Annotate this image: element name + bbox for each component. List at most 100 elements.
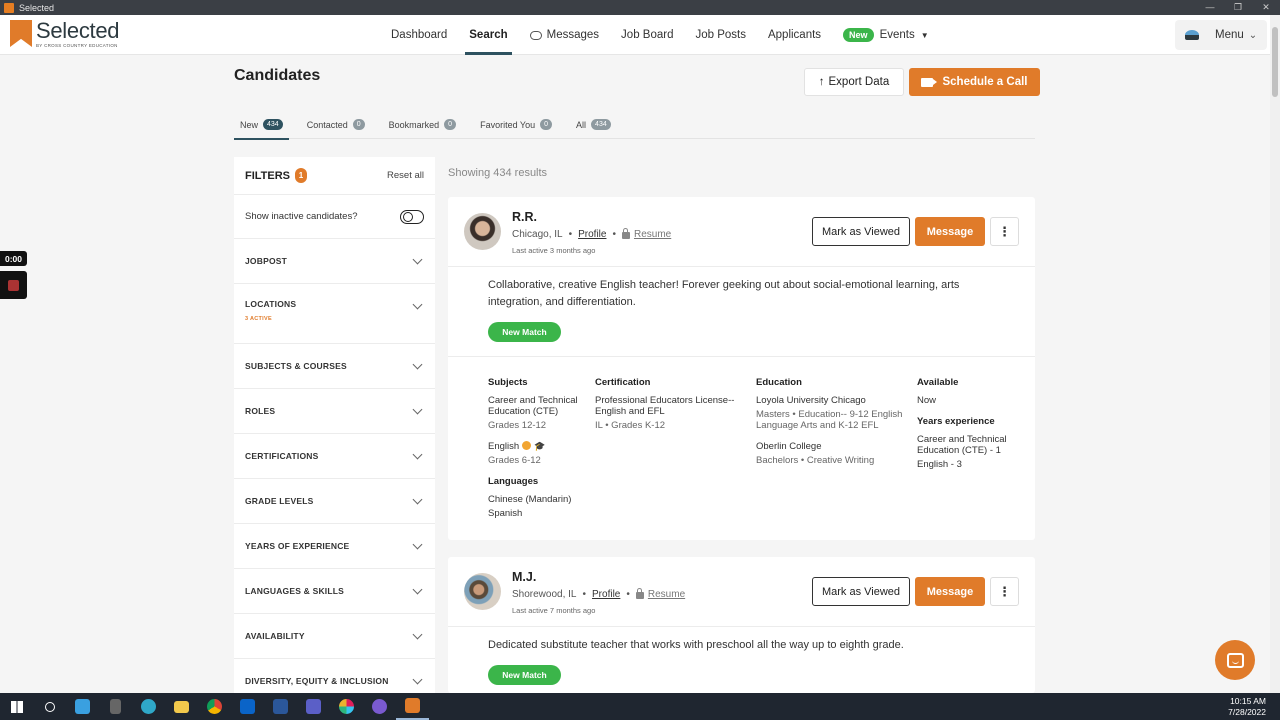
- filter-label: SUBJECTS & COURSES: [245, 361, 347, 371]
- separator: •: [626, 589, 630, 600]
- resume-link[interactable]: Resume: [621, 228, 671, 240]
- filter-certifications[interactable]: CERTIFICATIONS: [234, 434, 435, 479]
- more-options-icon[interactable]: ⋮: [990, 577, 1019, 606]
- reset-all-link[interactable]: Reset all: [387, 170, 424, 181]
- nav-applicants[interactable]: Applicants: [764, 15, 825, 55]
- store-icon[interactable]: [66, 693, 99, 720]
- last-active: Last active 7 months ago: [512, 606, 596, 615]
- languages-heading: Languages: [488, 476, 539, 487]
- logo[interactable]: Selected BY CROSS COUNTRY EDUCATION: [10, 20, 120, 48]
- word-icon[interactable]: [264, 693, 297, 720]
- restore-icon[interactable]: ❐: [1224, 2, 1252, 13]
- window-titlebar: Selected — ❐ ✕: [0, 0, 1280, 15]
- chat-bubble-icon: [529, 30, 542, 40]
- stop-recording-button[interactable]: [0, 271, 27, 299]
- filter-languages-skills[interactable]: LANGUAGES & SKILLS: [234, 569, 435, 614]
- org-avatar-icon: [1185, 30, 1199, 40]
- user-menu[interactable]: Menu ⌄: [1175, 20, 1267, 50]
- logo-mark-icon: [10, 20, 32, 47]
- new-match-badge: New Match: [488, 665, 561, 685]
- video-camera-icon: [921, 77, 938, 87]
- certification-heading: Certification: [595, 377, 651, 388]
- clock-time: 10:15 AM: [1230, 695, 1266, 706]
- app-icon[interactable]: [363, 693, 396, 720]
- candidate-bio: Collaborative, creative English teacher!…: [488, 279, 960, 308]
- separator: •: [612, 229, 616, 240]
- chat-launcher-button[interactable]: [1215, 640, 1255, 680]
- windows-start-icon[interactable]: [0, 693, 33, 720]
- filter-diversity[interactable]: DIVERSITY, EQUITY & INCLUSION: [234, 659, 435, 693]
- clock-date: 7/28/2022: [1228, 706, 1266, 717]
- more-options-icon[interactable]: ⋮: [990, 217, 1019, 246]
- filter-availability[interactable]: AVAILABILITY: [234, 614, 435, 659]
- filter-label: ROLES: [245, 406, 276, 416]
- filter-label: LOCATIONS: [245, 299, 297, 309]
- school-name: Oberlin College: [756, 441, 822, 452]
- nav-job-posts[interactable]: Job Posts: [691, 15, 750, 55]
- profile-link[interactable]: Profile: [578, 229, 606, 240]
- nav-messages[interactable]: Messages: [526, 15, 603, 55]
- outlook-icon[interactable]: [231, 693, 264, 720]
- tab-favorited-you[interactable]: Favorited You 0: [474, 110, 558, 139]
- slack-icon[interactable]: [330, 693, 363, 720]
- tab-label: New: [240, 119, 259, 130]
- os-taskbar: 10:15 AM 7/28/2022: [0, 693, 1280, 720]
- schedule-call-label: Schedule a Call: [942, 76, 1028, 88]
- taskbar-clock[interactable]: 10:15 AM 7/28/2022: [1228, 696, 1266, 718]
- tab-new[interactable]: New 434: [234, 110, 289, 140]
- close-icon[interactable]: ✕: [1252, 2, 1280, 13]
- filter-years-experience[interactable]: YEARS OF EXPERIENCE: [234, 524, 435, 569]
- tab-count: 0: [444, 119, 457, 130]
- profile-link[interactable]: Profile: [592, 589, 620, 600]
- filter-grade-levels[interactable]: GRADE LEVELS: [234, 479, 435, 524]
- search-icon[interactable]: [33, 693, 66, 720]
- nav-dashboard[interactable]: Dashboard: [387, 15, 451, 55]
- export-data-button[interactable]: ↑ Export Data: [804, 68, 904, 96]
- message-button[interactable]: Message: [915, 217, 985, 246]
- tab-bookmarked[interactable]: Bookmarked 0: [383, 110, 462, 139]
- minimize-icon[interactable]: —: [1196, 2, 1224, 13]
- subject-name: English: [488, 441, 520, 452]
- show-inactive-toggle[interactable]: [400, 209, 424, 224]
- subject-name: Career and Technical Education (CTE): [488, 395, 578, 417]
- file-explorer-icon[interactable]: [165, 693, 198, 720]
- candidate-location: Chicago, IL: [512, 229, 563, 240]
- filter-roles[interactable]: ROLES: [234, 389, 435, 434]
- school-name: Loyola University Chicago: [756, 395, 866, 406]
- tab-count: 434: [591, 119, 611, 130]
- filter-jobpost[interactable]: JOBPOST: [234, 239, 435, 284]
- tab-count: 0: [352, 119, 365, 130]
- chat-icon: [1226, 652, 1244, 668]
- page-scrollbar[interactable]: [1270, 15, 1280, 693]
- message-button[interactable]: Message: [915, 577, 985, 606]
- calculator-icon[interactable]: [99, 693, 132, 720]
- nav-search[interactable]: Search: [465, 15, 512, 55]
- tab-contacted[interactable]: Contacted 0: [301, 110, 371, 139]
- tab-label: All: [576, 119, 587, 130]
- resume-link[interactable]: Resume: [635, 588, 685, 600]
- app-header: Selected BY CROSS COUNTRY EDUCATION Dash…: [0, 15, 1270, 55]
- schedule-call-button[interactable]: Schedule a Call: [909, 68, 1040, 96]
- scrollbar-thumb[interactable]: [1272, 27, 1278, 97]
- mark-as-viewed-button[interactable]: Mark as Viewed: [812, 577, 910, 606]
- edge-icon[interactable]: [132, 693, 165, 720]
- chevron-down-icon: [412, 254, 423, 264]
- mark-as-viewed-button[interactable]: Mark as Viewed: [812, 217, 910, 246]
- menu-label: Menu: [1215, 29, 1244, 41]
- subject-grades: Grades 6-12: [488, 455, 541, 466]
- candidate-avatar[interactable]: [464, 213, 501, 250]
- tab-label: Bookmarked: [388, 119, 440, 130]
- tab-label: Contacted: [306, 119, 348, 130]
- selected-app-icon[interactable]: [396, 693, 429, 720]
- certification-column: Certification Professional Educators Lic…: [595, 377, 745, 431]
- graduation-cap-icon: 🎓: [534, 441, 546, 451]
- nav-events[interactable]: New Events ▼: [839, 15, 933, 55]
- tab-all[interactable]: All 434: [570, 110, 617, 139]
- filter-locations[interactable]: LOCATIONS 3 ACTIVE: [234, 284, 435, 344]
- experience-item: Career and Technical Education (CTE) - 1: [917, 434, 1007, 456]
- chrome-icon[interactable]: [198, 693, 231, 720]
- filter-subjects-courses[interactable]: SUBJECTS & COURSES: [234, 344, 435, 389]
- teams-icon[interactable]: [297, 693, 330, 720]
- candidate-avatar[interactable]: [464, 573, 501, 610]
- nav-job-board[interactable]: Job Board: [617, 15, 677, 55]
